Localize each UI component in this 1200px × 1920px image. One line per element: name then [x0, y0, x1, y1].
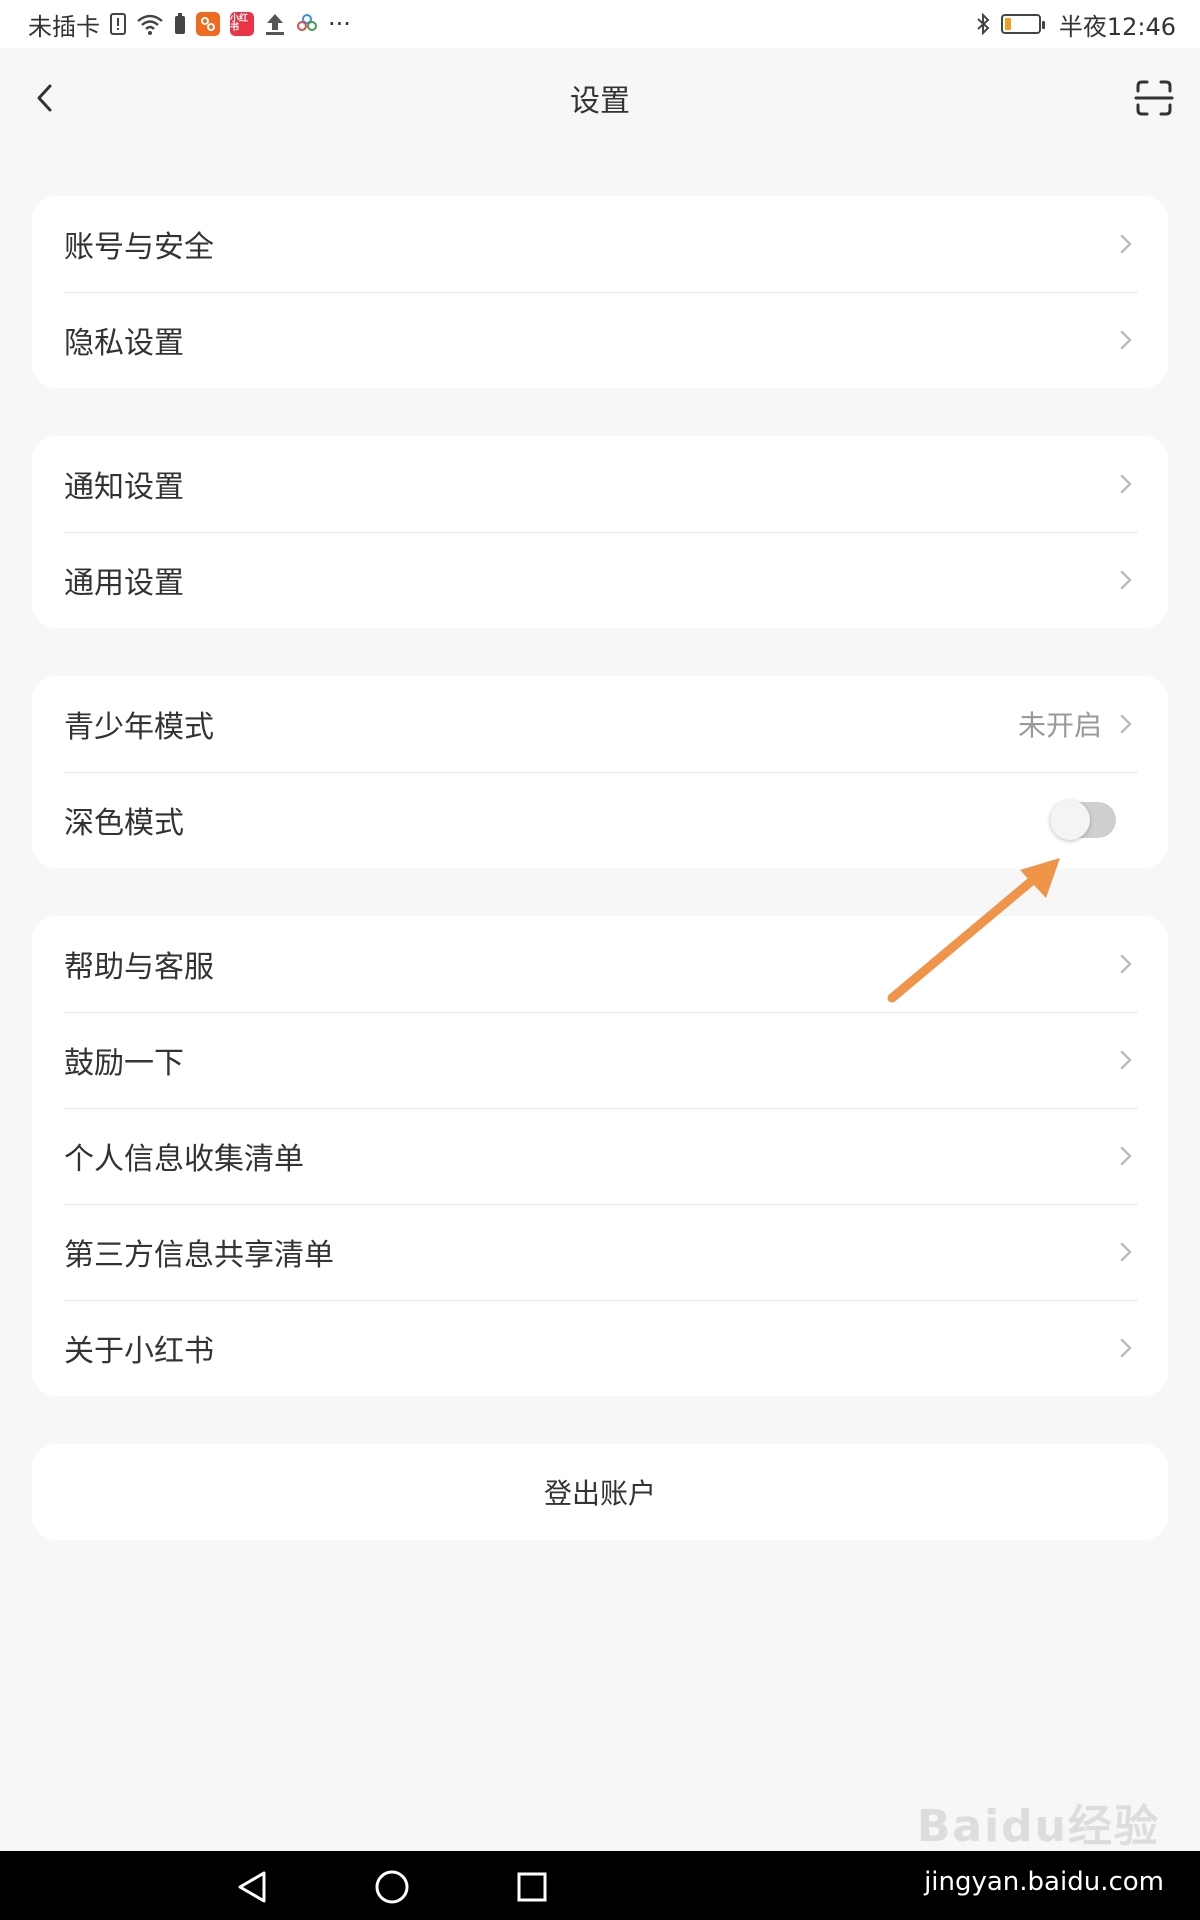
row-personal-info-list[interactable]: 个人信息收集清单 [32, 1108, 1168, 1204]
teen-mode-status: 未开启 [1017, 709, 1102, 742]
wifi-icon [136, 13, 164, 35]
watermark-logo: Baidu经验 [916, 1801, 1160, 1852]
settings-screen: 未插卡 小红书 ··· 半夜12:46 设置 账号与安全 隐私设置 通知设置 通… [0, 0, 1200, 1920]
cloud-sync-icon [296, 12, 318, 36]
logout-button[interactable]: 登出账户 [32, 1444, 1168, 1540]
row-notification-settings[interactable]: 通知设置 [32, 436, 1168, 532]
chevron-right-icon [1120, 1338, 1132, 1358]
annotation-arrow-icon [887, 858, 1060, 1003]
settings-group-modes: 青少年模式 未开启 深色模式 [32, 676, 1168, 868]
sim-alert-icon [110, 13, 126, 35]
row-teen-mode[interactable]: 青少年模式 未开启 [32, 676, 1168, 772]
chevron-right-icon [1120, 330, 1132, 350]
upload-icon [264, 12, 286, 36]
chevron-right-icon [1120, 474, 1132, 494]
row-label: 关于小红书 [64, 1334, 214, 1369]
row-label: 通用设置 [64, 566, 184, 601]
row-about[interactable]: 关于小红书 [32, 1300, 1168, 1396]
nav-bar: 设置 [0, 48, 1200, 148]
row-label: 通知设置 [64, 470, 184, 505]
row-privacy-settings[interactable]: 隐私设置 [32, 292, 1168, 388]
row-label: 第三方信息共享清单 [64, 1238, 334, 1273]
dark-mode-toggle[interactable] [1050, 800, 1116, 840]
row-label: 青少年模式 [64, 710, 214, 745]
row-third-party-sharing-list[interactable]: 第三方信息共享清单 [32, 1204, 1168, 1300]
row-label: 个人信息收集清单 [64, 1142, 304, 1177]
chevron-right-icon [1120, 1242, 1132, 1262]
nav-back-icon[interactable] [232, 1867, 272, 1907]
status-right: 半夜12:46 [975, 7, 1176, 42]
chevron-left-icon [37, 84, 52, 112]
settings-group-account: 账号与安全 隐私设置 [32, 196, 1168, 388]
toggle-knob [1050, 800, 1090, 840]
clock-text: 半夜12:46 [1058, 12, 1176, 41]
watermark: Baidu经验 [917, 1790, 1160, 1854]
row-encourage[interactable]: 鼓励一下 [32, 1012, 1168, 1108]
status-left: 未插卡 小红书 ··· [28, 7, 351, 42]
row-label: 账号与安全 [64, 230, 214, 265]
scan-button[interactable] [1134, 78, 1174, 118]
app-notification-icon [196, 12, 220, 36]
chevron-right-icon [1120, 954, 1132, 974]
more-notifications-icon: ··· [328, 10, 351, 38]
bluetooth-icon [975, 12, 991, 36]
system-nav-bar: jingyan.baidu.com [0, 1851, 1200, 1920]
back-button[interactable] [26, 78, 66, 118]
settings-group-general: 通知设置 通用设置 [32, 436, 1168, 628]
carrier-text: 未插卡 [28, 12, 100, 41]
battery-alert-icon [174, 13, 186, 35]
xiaohongshu-app-icon: 小红书 [230, 12, 254, 36]
row-label: 深色模式 [64, 806, 184, 841]
row-account-security[interactable]: 账号与安全 [32, 196, 1168, 292]
row-label: 隐私设置 [64, 326, 184, 361]
battery-fill [1004, 18, 1012, 30]
row-general-settings[interactable]: 通用设置 [32, 532, 1168, 628]
row-label: 鼓励一下 [64, 1046, 184, 1081]
page-title: 设置 [570, 84, 630, 119]
chevron-right-icon [1120, 234, 1132, 254]
nav-recents-icon[interactable] [512, 1867, 552, 1907]
nav-home-icon[interactable] [372, 1867, 412, 1907]
chevron-right-icon [1120, 570, 1132, 590]
battery-icon [1000, 14, 1045, 34]
chevron-right-icon [1120, 714, 1132, 734]
scan-icon [1134, 80, 1174, 116]
chevron-right-icon [1120, 1146, 1132, 1166]
chevron-right-icon [1120, 1050, 1132, 1070]
watermark-url: jingyan.baidu.com [924, 1867, 1164, 1897]
status-bar: 未插卡 小红书 ··· 半夜12:46 [0, 0, 1200, 48]
